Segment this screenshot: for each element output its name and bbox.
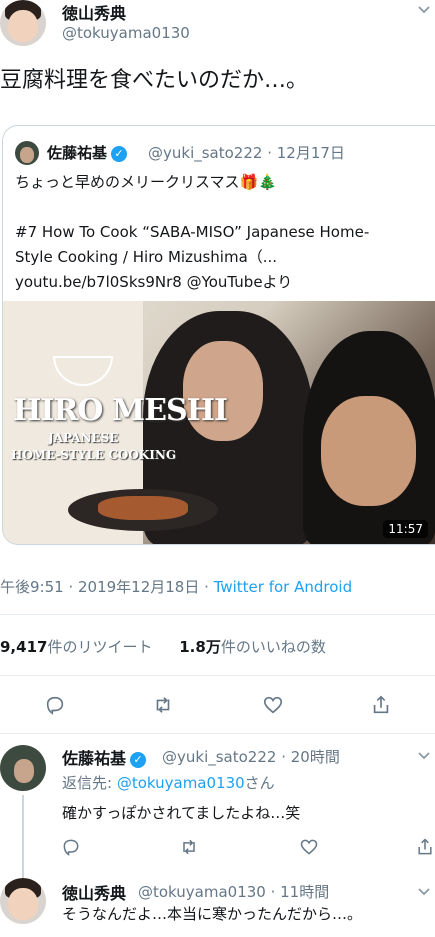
reply-text: 確かすっぽかされてましたよね…笑 xyxy=(62,804,301,822)
reply-text: そうなんだよ…本当に寒かったんだから…。 xyxy=(62,905,363,923)
meta-separator: · xyxy=(199,578,214,596)
thumbnail-food xyxy=(98,496,188,520)
video-subtitle: HOME-STYLE COOKING xyxy=(11,448,177,462)
verified-badge-icon: ✓ xyxy=(111,146,128,162)
author-handle[interactable]: @tokuyama0130 xyxy=(62,24,190,42)
avatar[interactable] xyxy=(0,745,46,791)
reply-to-label: 返信先: xyxy=(62,774,117,792)
tweet-meta: 午後9:51 · 2019年12月18日 · Twitter for Andro… xyxy=(0,576,352,597)
heart-icon[interactable] xyxy=(294,832,324,862)
divider xyxy=(0,614,435,615)
chevron-down-icon[interactable] xyxy=(417,750,431,765)
share-icon[interactable] xyxy=(410,832,435,862)
reply-author-name[interactable]: 佐藤祐基 ✓ xyxy=(62,745,147,769)
tweet-text: 豆腐料理を食べたいのだか…。 xyxy=(0,68,309,93)
heart-icon[interactable] xyxy=(258,690,288,720)
quoted-author-name-text: 佐藤祐基 xyxy=(47,144,108,162)
avatar[interactable] xyxy=(0,878,46,924)
chevron-down-icon[interactable] xyxy=(417,4,431,19)
reply-icon[interactable] xyxy=(56,832,86,862)
quoted-author-name: 佐藤祐基 ✓ xyxy=(47,142,128,163)
chevron-down-icon[interactable] xyxy=(417,886,431,901)
retweet-icon[interactable] xyxy=(148,690,178,720)
retweets-stat[interactable]: 9,417件のリツイート xyxy=(0,638,152,656)
reply-author-name-text: 佐藤祐基 xyxy=(62,749,127,768)
avatar-face xyxy=(8,888,38,921)
reply-author-handle[interactable]: @yuki_sato222 · 20時間 xyxy=(162,746,340,767)
author-name[interactable]: 徳山秀典 xyxy=(62,0,126,24)
likes-label: 件のいいねの数 xyxy=(220,638,326,656)
likes-count: 1.8万 xyxy=(179,638,221,656)
thumbnail-face xyxy=(321,396,416,506)
video-thumbnail[interactable]: HIRO MESHI JAPANESE HOME-STYLE COOKING 1… xyxy=(3,301,435,544)
tweet-timestamp[interactable]: 午後9:51 · 2019年12月18日 xyxy=(0,578,199,596)
share-icon[interactable] xyxy=(366,690,396,720)
reply-to: 返信先: @tokuyama0130さん xyxy=(62,772,275,793)
reply-to-handle[interactable]: @tokuyama0130 xyxy=(117,774,245,792)
thread-line xyxy=(22,795,24,880)
reply-author-handle[interactable]: @tokuyama0130 · 11時間 xyxy=(138,881,329,902)
quoted-tweet-text: ちょっと早めのメリークリスマス🎁🎄 #7 How To Cook “SABA-M… xyxy=(15,173,370,291)
tweet-stats: 9,417件のリツイート 1.8万件のいいねの数 xyxy=(0,636,326,657)
video-logo: HIRO MESHI xyxy=(13,393,228,428)
reply-to-suffix: さん xyxy=(244,774,275,792)
video-duration: 11:57 xyxy=(383,520,428,538)
divider xyxy=(0,733,435,734)
quoted-avatar xyxy=(15,141,39,165)
retweets-label: 件のリツイート xyxy=(47,638,153,656)
retweets-count: 9,417 xyxy=(0,638,48,656)
tweet-source[interactable]: Twitter for Android xyxy=(214,578,352,596)
likes-stat[interactable]: 1.8万件のいいねの数 xyxy=(179,638,326,656)
avatar-face xyxy=(8,10,38,43)
verified-badge-icon: ✓ xyxy=(130,752,147,768)
quoted-author-handle: @yuki_sato222 · 12月17日 xyxy=(148,144,345,162)
divider xyxy=(0,675,435,676)
video-subtitle: JAPANESE xyxy=(48,431,119,445)
avatar[interactable] xyxy=(0,0,46,46)
reply-author-name[interactable]: 徳山秀典 xyxy=(62,880,126,904)
reply-icon[interactable] xyxy=(40,690,70,720)
retweet-icon[interactable] xyxy=(174,832,204,862)
quoted-tweet[interactable]: 佐藤祐基 ✓ @yuki_sato222 · 12月17日 ちょっと早めのメリーク… xyxy=(2,125,435,545)
